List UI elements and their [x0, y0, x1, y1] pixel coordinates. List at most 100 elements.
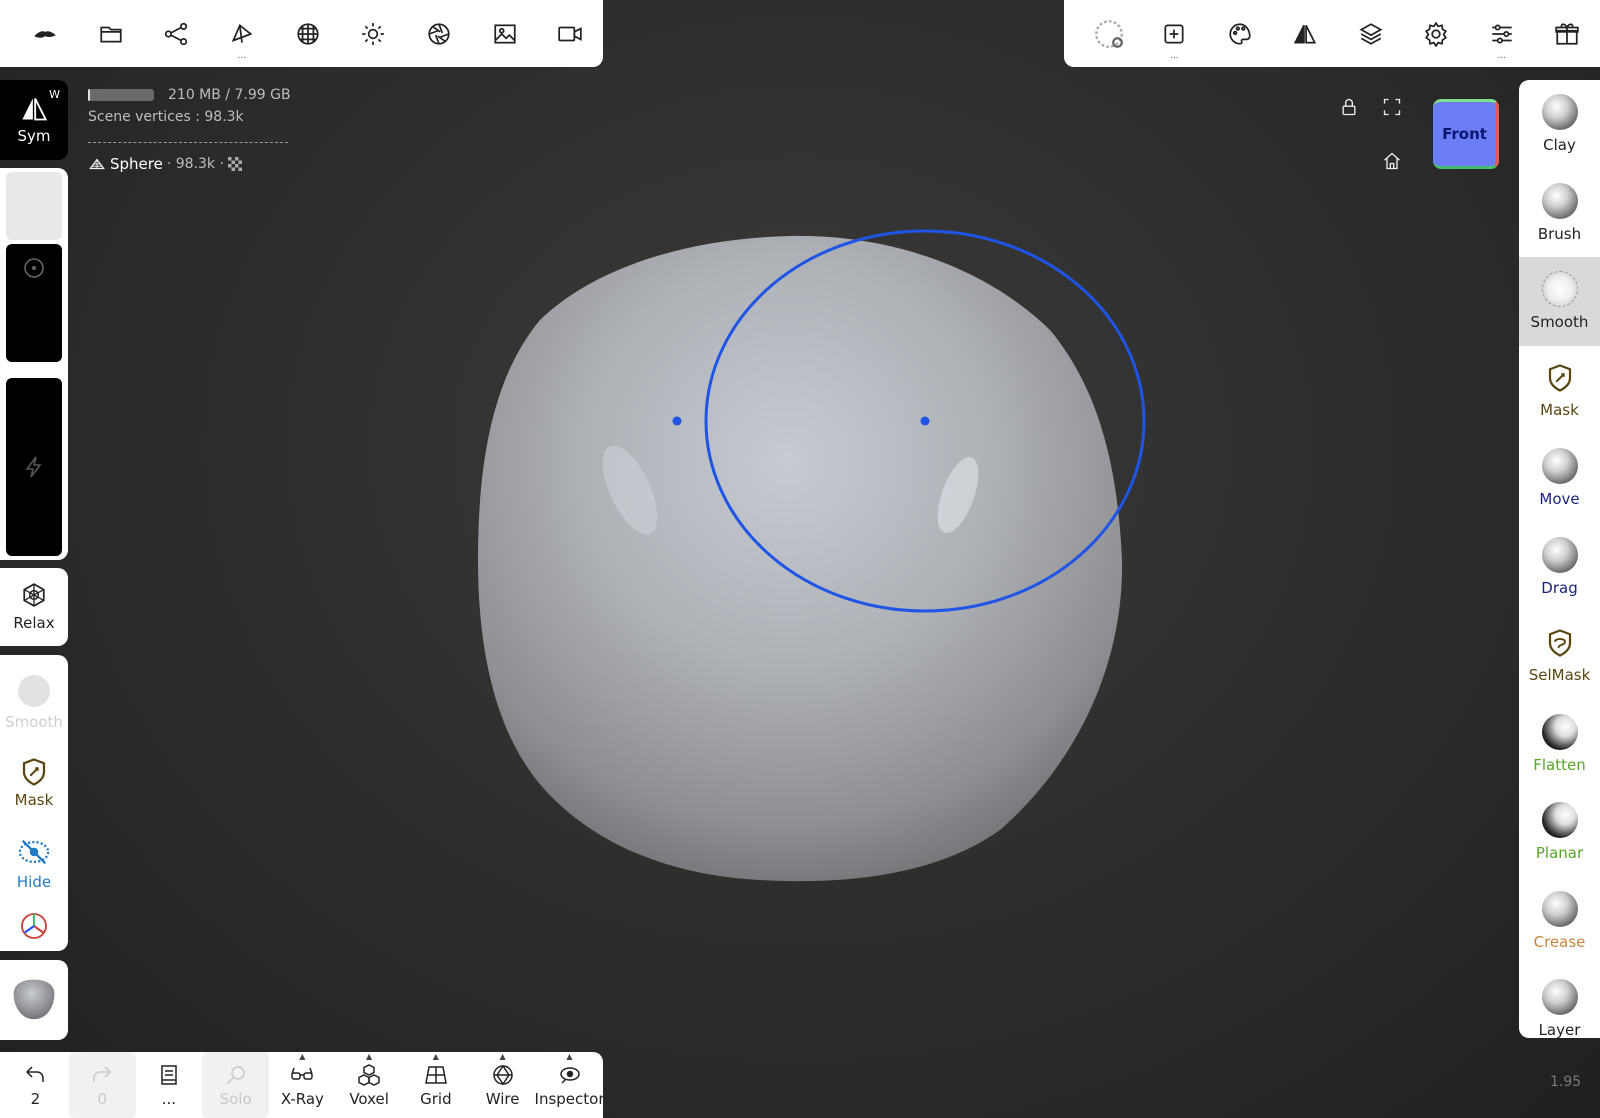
history-menu-label: ...	[161, 1089, 177, 1108]
home-view-icon[interactable]	[1378, 147, 1406, 175]
mask-shield-icon	[1545, 361, 1575, 395]
sphere-grid-icon[interactable]	[275, 0, 341, 67]
brush-radius-slider[interactable]	[6, 244, 62, 362]
view-orientation-cube[interactable]: Front	[1433, 99, 1499, 169]
xray-caret-icon: ▲	[299, 1052, 306, 1061]
lightning-icon	[25, 456, 42, 478]
left-mask-button[interactable]: Mask	[0, 743, 68, 823]
active-object-vertices: · 98.3k ·	[166, 156, 224, 172]
topology-icon[interactable]	[209, 0, 275, 67]
grid-plane-icon	[424, 1065, 447, 1084]
symmetry-axis-key: W	[49, 88, 60, 101]
relax-button[interactable]: Relax	[0, 568, 68, 646]
tool-planar-label: Planar	[1535, 844, 1584, 863]
move-brush-icon	[1541, 448, 1578, 485]
inspector-button[interactable]: ▲ Inspector	[535, 1052, 605, 1118]
left-hide-button[interactable]: Hide	[0, 823, 68, 903]
grid-button[interactable]: ▲ Grid	[403, 1052, 470, 1118]
tool-crease-button[interactable]: Crease	[1519, 877, 1600, 966]
lock-icon[interactable]	[1335, 93, 1363, 121]
voxel-caret-icon: ▲	[366, 1052, 373, 1061]
voxel-cubes-icon	[358, 1063, 380, 1086]
solo-label: Solo	[219, 1089, 252, 1108]
selmask-shield-icon	[1545, 626, 1575, 660]
object-thumbnail-button[interactable]	[0, 960, 68, 1040]
video-camera-icon[interactable]	[537, 0, 603, 67]
voxel-button[interactable]: ▲ Voxel	[336, 1052, 403, 1118]
grid-caret-icon: ▲	[432, 1052, 439, 1061]
tool-drag-button[interactable]: Drag	[1519, 523, 1600, 612]
tool-smooth-button[interactable]: Smooth	[1519, 257, 1600, 346]
sphere-thumbnail-icon	[13, 979, 55, 1020]
scene-vertices-text: Scene vertices : 98.3k	[88, 109, 244, 125]
tool-layer-button[interactable]: Layer	[1519, 965, 1600, 1038]
tool-move-label: Move	[1539, 490, 1580, 509]
tool-mask-button[interactable]: Mask	[1519, 346, 1600, 435]
solo-button[interactable]: Solo	[202, 1052, 269, 1118]
tool-move-button[interactable]: Move	[1519, 434, 1600, 523]
tool-brush-button[interactable]: Brush	[1519, 169, 1600, 258]
symmetry-mirror-dot	[672, 416, 682, 426]
tool-preview-icon[interactable]	[1076, 0, 1142, 67]
wire-label: Wire	[485, 1089, 520, 1108]
aperture-icon[interactable]	[406, 0, 472, 67]
left-hide-label: Hide	[16, 873, 52, 891]
voxel-label: Voxel	[349, 1089, 389, 1108]
folder-icon[interactable]	[78, 0, 144, 67]
inspector-eye-icon	[559, 1066, 580, 1084]
brush-intensity-slider[interactable]	[6, 378, 62, 556]
sphere-highlight-left	[602, 445, 658, 535]
memory-usage-bar	[88, 89, 154, 101]
sliders-icon[interactable]	[1469, 0, 1535, 67]
sphere-mesh[interactable]	[478, 235, 1123, 882]
stroke-settings-icon[interactable]	[1142, 0, 1208, 67]
active-object-row[interactable]: Sphere · 98.3k ·	[88, 155, 291, 173]
tool-drag-label: Drag	[1541, 578, 1578, 597]
clay-brush-icon	[1541, 94, 1578, 131]
top-right-toolbar	[1064, 0, 1600, 67]
smooth-blob-icon	[18, 675, 50, 707]
settings-gear-icon[interactable]	[1404, 0, 1470, 67]
transform-gizmo-icon	[21, 913, 47, 939]
history-menu-button[interactable]: ...	[136, 1052, 203, 1118]
layers-icon[interactable]	[1338, 0, 1404, 67]
app-logo-icon[interactable]	[12, 0, 78, 67]
left-gizmo-button[interactable]	[0, 903, 68, 949]
symmetry-icon[interactable]	[1273, 0, 1339, 67]
active-object-name: Sphere	[110, 155, 163, 173]
crease-brush-icon	[1541, 890, 1578, 927]
redo-count: 0	[97, 1089, 107, 1108]
share-icon[interactable]	[143, 0, 209, 67]
wireframe-icon	[492, 1064, 513, 1085]
smooth-brush-icon	[1541, 271, 1578, 308]
view-cube-face-label: Front	[1442, 125, 1487, 143]
symmetry-label: Sym	[17, 127, 51, 145]
grid-label: Grid	[420, 1089, 452, 1108]
left-mask-label: Mask	[14, 791, 54, 809]
brush-radius-slider-track[interactable]	[6, 172, 62, 240]
memory-usage-text: 210 MB / 7.99 GB	[168, 87, 291, 103]
mesh-object-icon	[89, 158, 105, 170]
left-smooth-button[interactable]: Smooth	[0, 663, 68, 743]
symmetry-toggle-button[interactable]: W Sym	[0, 80, 68, 160]
undo-icon	[26, 1065, 45, 1082]
tool-planar-button[interactable]: Planar	[1519, 788, 1600, 877]
mask-shield-icon	[22, 758, 46, 786]
glasses-icon	[291, 1067, 314, 1080]
palette-icon[interactable]	[1207, 0, 1273, 67]
image-icon[interactable]	[472, 0, 538, 67]
tool-flatten-button[interactable]: Flatten	[1519, 700, 1600, 789]
light-sun-icon[interactable]	[340, 0, 406, 67]
left-tools-panel: Smooth Mask Hide	[0, 655, 68, 951]
undo-button[interactable]: 2	[2, 1052, 69, 1118]
tool-mask-label: Mask	[1540, 400, 1579, 419]
tool-clay-button[interactable]: Clay	[1519, 80, 1600, 169]
info-divider	[88, 142, 288, 143]
drag-brush-icon	[1541, 536, 1578, 573]
gift-icon[interactable]	[1535, 0, 1600, 67]
xray-button[interactable]: ▲ X-Ray	[269, 1052, 336, 1118]
redo-button[interactable]: 0	[68, 1052, 136, 1118]
fullscreen-icon[interactable]	[1378, 93, 1406, 121]
wire-button[interactable]: ▲ Wire	[469, 1052, 536, 1118]
tool-selmask-button[interactable]: SelMask	[1519, 611, 1600, 700]
